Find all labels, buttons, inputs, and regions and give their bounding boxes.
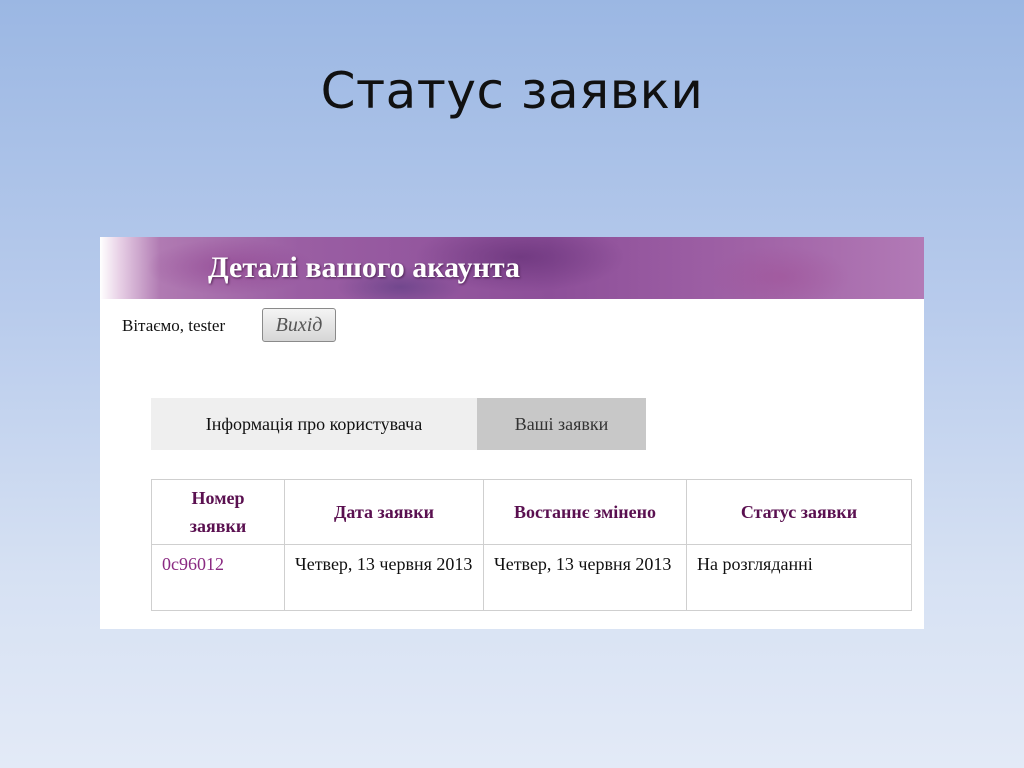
greeting-text: Вітаємо, tester xyxy=(122,316,226,335)
request-number-cell: 0c96012 xyxy=(151,544,285,611)
request-date-cell: Четвер, 13 червня 2013 xyxy=(284,544,484,611)
column-header-request-date: Дата заявки xyxy=(284,479,484,545)
column-header-request-number: Номер заявки xyxy=(151,479,285,545)
column-header-request-status: Статус заявки xyxy=(686,479,912,545)
table-row: 0c96012 Четвер, 13 червня 2013 Четвер, 1… xyxy=(151,544,912,611)
tab-user-info[interactable]: Інформація про користувача xyxy=(151,398,477,450)
account-banner: Деталі вашого акаунта xyxy=(100,237,924,299)
account-tabs: Інформація про користувача Ваші заявки xyxy=(151,398,646,450)
column-header-last-modified: Востаннє змінено xyxy=(483,479,687,545)
slide-title: Статус заявки xyxy=(320,62,704,120)
last-modified-cell: Четвер, 13 червня 2013 xyxy=(483,544,687,611)
logout-button[interactable]: Вихід xyxy=(262,308,336,342)
account-page-screenshot: Деталі вашого акаунта Вітаємо, tester Ви… xyxy=(100,237,924,629)
requests-table: Номер заявки Дата заявки Востаннє змінен… xyxy=(151,479,912,611)
request-status-cell: На розгляданні xyxy=(686,544,912,611)
tab-your-requests[interactable]: Ваші заявки xyxy=(477,398,646,450)
request-number-link[interactable]: 0c96012 xyxy=(162,554,224,574)
banner-title: Деталі вашого акаунта xyxy=(208,251,520,284)
table-header-row: Номер заявки Дата заявки Востаннє змінен… xyxy=(151,479,912,545)
